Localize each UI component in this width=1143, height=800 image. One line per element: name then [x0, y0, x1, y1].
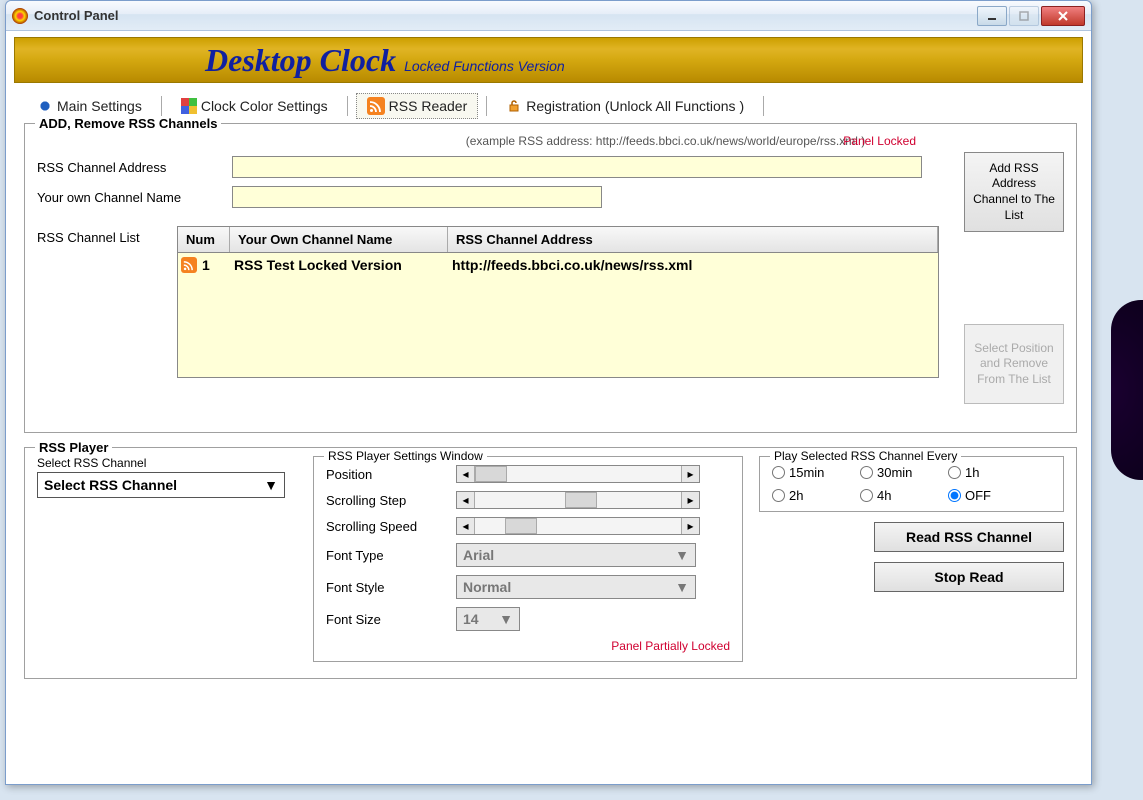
- col-num: Num: [178, 227, 230, 252]
- banner: Desktop Clock Locked Functions Version: [14, 37, 1083, 83]
- control-panel-window: Control Panel Desktop Clock Locked Funct…: [5, 0, 1092, 785]
- chevron-down-icon: ▼: [264, 477, 278, 493]
- arrow-left-icon[interactable]: ◂: [457, 518, 475, 534]
- tab-main-settings[interactable]: Main Settings: [26, 94, 153, 118]
- table-row[interactable]: 1 RSS Test Locked Version http://feeds.b…: [178, 253, 938, 277]
- interval-2h[interactable]: 2h: [772, 488, 846, 503]
- select-channel-label: Select RSS Channel: [37, 456, 297, 470]
- tab-label: Main Settings: [57, 98, 142, 114]
- rss-address-input[interactable]: [232, 156, 922, 178]
- rss-player-group: RSS Player Select RSS Channel Select RSS…: [24, 447, 1077, 679]
- chevron-down-icon: ▼: [675, 579, 689, 595]
- font-size-label: Font Size: [326, 612, 456, 627]
- interval-1h[interactable]: 1h: [948, 465, 1022, 480]
- combo-value: Arial: [463, 547, 494, 563]
- read-rss-button[interactable]: Read RSS Channel: [874, 522, 1064, 552]
- banner-subtitle: Locked Functions Version: [404, 58, 565, 74]
- arrow-left-icon[interactable]: ◂: [457, 492, 475, 508]
- lock-icon: [506, 98, 522, 114]
- rss-channel-grid[interactable]: Num Your Own Channel Name RSS Channel Ad…: [177, 226, 939, 378]
- font-size-combo: 14 ▼: [456, 607, 520, 631]
- background-clock-widget: [1111, 300, 1143, 480]
- minimize-button[interactable]: [977, 6, 1007, 26]
- combo-value: 14: [463, 611, 479, 627]
- arrow-right-icon[interactable]: ▸: [681, 466, 699, 482]
- tab-label: RSS Reader: [389, 98, 468, 114]
- palette-icon: [181, 98, 197, 114]
- col-addr: RSS Channel Address: [448, 227, 938, 252]
- group-legend: RSS Player: [35, 440, 112, 455]
- channel-name-input[interactable]: [232, 186, 602, 208]
- rss-address-label: RSS Channel Address: [37, 160, 232, 175]
- rss-icon: [367, 97, 385, 115]
- font-type-combo: Arial ▼: [456, 543, 696, 567]
- panel-partially-locked-label: Panel Partially Locked: [326, 639, 730, 653]
- add-rss-button[interactable]: Add RSS Address Channel to The List: [964, 152, 1064, 232]
- font-style-combo: Normal ▼: [456, 575, 696, 599]
- arrow-right-icon[interactable]: ▸: [681, 492, 699, 508]
- add-remove-rss-group: ADD, Remove RSS Channels Panel Locked (e…: [24, 123, 1077, 433]
- interval-30min[interactable]: 30min: [860, 465, 934, 480]
- scroll-step-label: Scrolling Step: [326, 493, 456, 508]
- chevron-down-icon: ▼: [499, 611, 513, 627]
- player-settings-group: RSS Player Settings Window Position ◂ ▸ …: [313, 456, 743, 662]
- panel-locked-label: Panel Locked: [843, 134, 916, 148]
- scroll-step-slider[interactable]: ◂ ▸: [456, 491, 700, 509]
- cell-name: RSS Test Locked Version: [230, 255, 448, 275]
- scroll-speed-slider[interactable]: ◂ ▸: [456, 517, 700, 535]
- font-style-label: Font Style: [326, 580, 456, 595]
- separator: [161, 96, 162, 116]
- separator: [347, 96, 348, 116]
- separator: [763, 96, 764, 116]
- window-title: Control Panel: [34, 8, 977, 23]
- close-button[interactable]: [1041, 6, 1085, 26]
- combo-value: Select RSS Channel: [44, 477, 177, 493]
- font-type-label: Font Type: [326, 548, 456, 563]
- app-icon: [12, 8, 28, 24]
- stop-read-button[interactable]: Stop Read: [874, 562, 1064, 592]
- tab-label: Clock Color Settings: [201, 98, 328, 114]
- gear-icon: [37, 98, 53, 114]
- titlebar[interactable]: Control Panel: [6, 1, 1091, 31]
- maximize-button: [1009, 6, 1039, 26]
- arrow-right-icon[interactable]: ▸: [681, 518, 699, 534]
- tab-registration[interactable]: Registration (Unlock All Functions ): [495, 94, 755, 118]
- remove-rss-button: Select Position and Remove From The List: [964, 324, 1064, 404]
- arrow-left-icon[interactable]: ◂: [457, 466, 475, 482]
- col-name: Your Own Channel Name: [230, 227, 448, 252]
- cell-num: 1: [202, 255, 230, 275]
- play-interval-group: Play Selected RSS Channel Every 15min 30…: [759, 456, 1064, 512]
- group-legend: ADD, Remove RSS Channels: [35, 116, 221, 131]
- banner-title: Desktop Clock: [205, 42, 396, 79]
- combo-value: Normal: [463, 579, 511, 595]
- tab-rss-reader[interactable]: RSS Reader: [356, 93, 479, 119]
- select-channel-combo[interactable]: Select RSS Channel ▼: [37, 472, 285, 498]
- position-label: Position: [326, 467, 456, 482]
- group-legend: RSS Player Settings Window: [324, 449, 487, 463]
- tab-label: Registration (Unlock All Functions ): [526, 98, 744, 114]
- interval-off[interactable]: OFF: [948, 488, 1022, 503]
- interval-4h[interactable]: 4h: [860, 488, 934, 503]
- channel-name-label: Your own Channel Name: [37, 190, 232, 205]
- scroll-speed-label: Scrolling Speed: [326, 519, 456, 534]
- group-legend: Play Selected RSS Channel Every: [770, 449, 961, 463]
- cell-addr: http://feeds.bbci.co.uk/news/rss.xml: [448, 255, 938, 275]
- tab-color-settings[interactable]: Clock Color Settings: [170, 94, 339, 118]
- interval-15min[interactable]: 15min: [772, 465, 846, 480]
- channel-list-label: RSS Channel List: [37, 226, 177, 245]
- position-slider[interactable]: ◂ ▸: [456, 465, 700, 483]
- rss-icon: [181, 257, 197, 273]
- chevron-down-icon: ▼: [675, 547, 689, 563]
- separator: [486, 96, 487, 116]
